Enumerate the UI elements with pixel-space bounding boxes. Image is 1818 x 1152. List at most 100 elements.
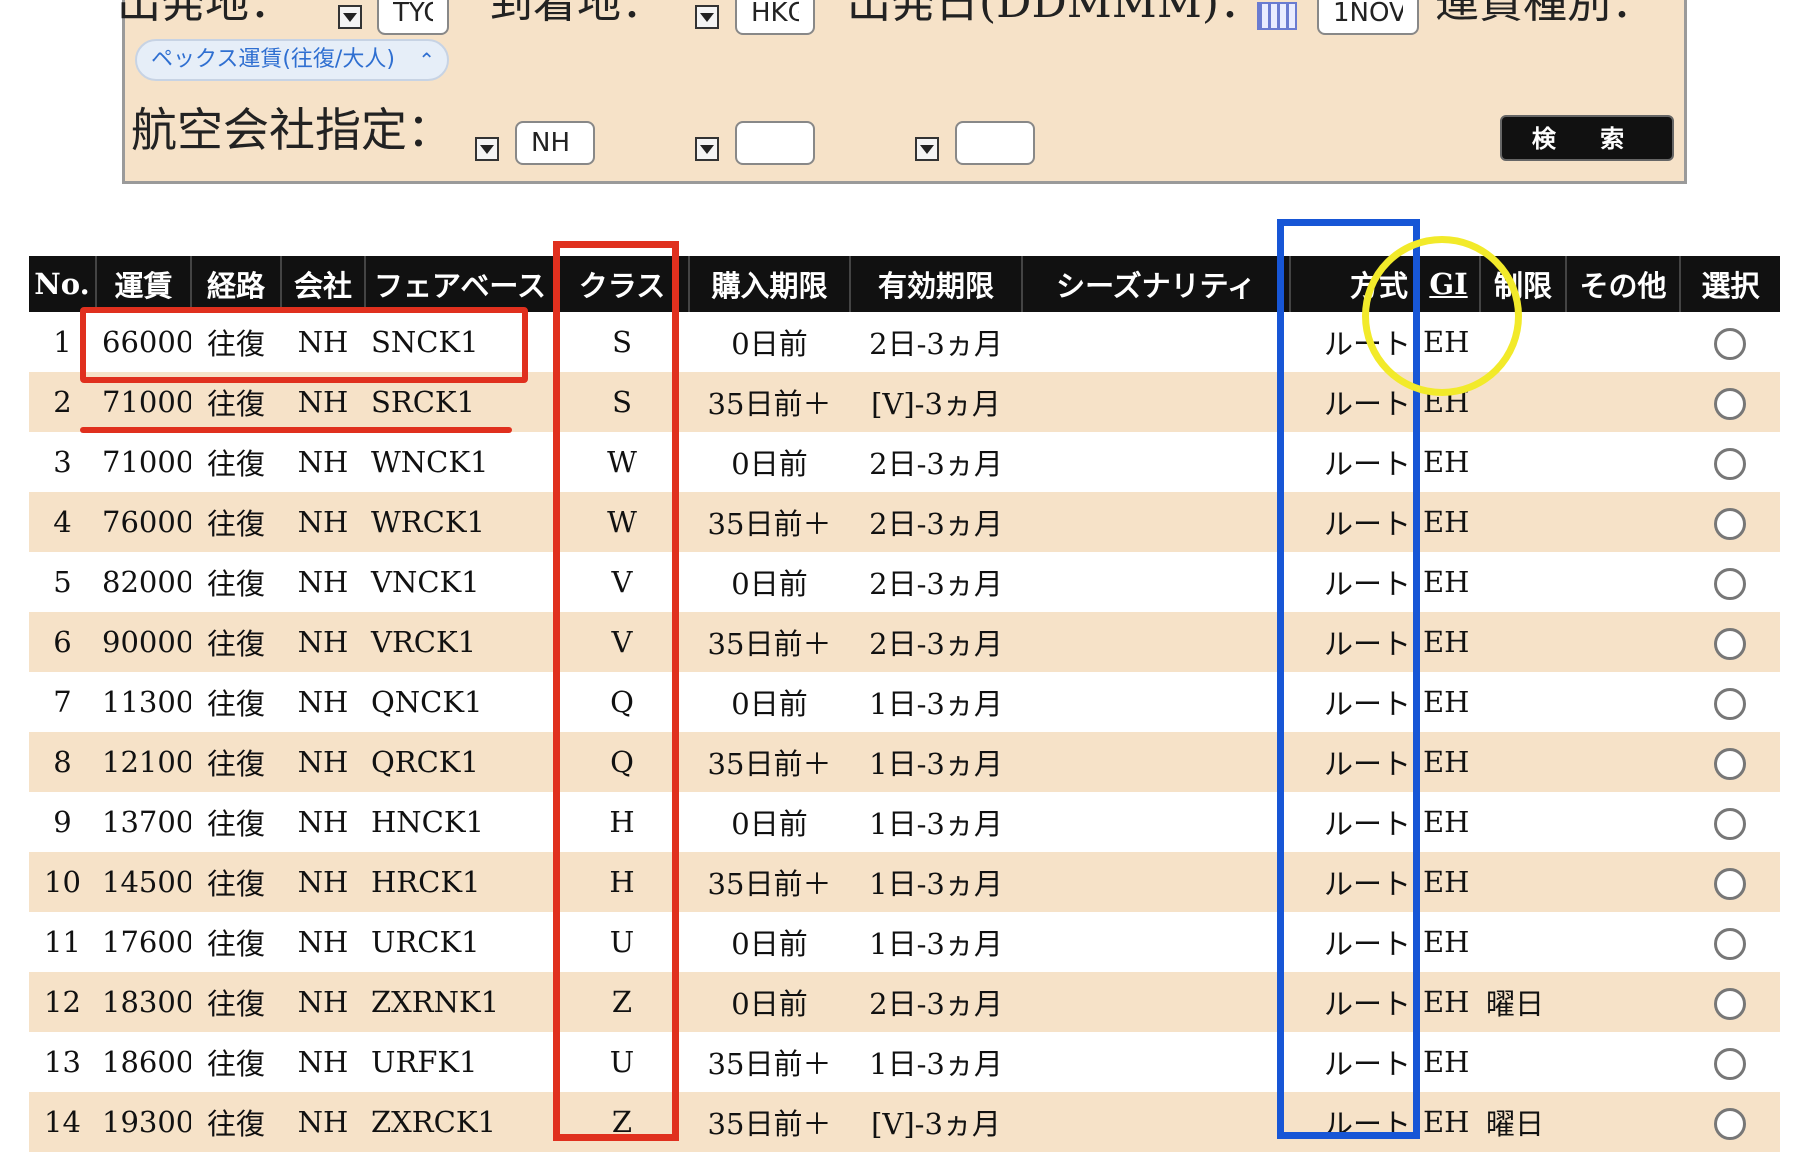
row-fare-basis: ZXRCK1 bbox=[365, 1092, 555, 1152]
row-no: 8 bbox=[29, 732, 96, 792]
fare-type-value: ペックス運賃(往復/大人) bbox=[151, 47, 395, 72]
row-fare-basis: QNCK1 bbox=[365, 672, 555, 732]
row-fare: 121000 bbox=[96, 732, 191, 792]
row-class: H bbox=[555, 792, 689, 852]
row-class: Q bbox=[555, 672, 689, 732]
select-radio-button[interactable] bbox=[1714, 987, 1746, 1020]
row-gi: EH bbox=[1417, 792, 1480, 852]
row-method: ルート bbox=[1290, 792, 1417, 852]
header-class: クラス bbox=[555, 256, 690, 312]
row-fare: 183000 bbox=[96, 972, 191, 1032]
destination-input[interactable] bbox=[735, 0, 815, 35]
row-purchase: 35日前＋ bbox=[689, 372, 850, 432]
select-radio-button[interactable] bbox=[1714, 447, 1746, 480]
row-seasonality bbox=[1022, 612, 1290, 672]
select-radio-button[interactable] bbox=[1714, 807, 1746, 840]
header-gi[interactable]: GI bbox=[1417, 256, 1481, 312]
row-method: ルート bbox=[1290, 732, 1417, 792]
row-other bbox=[1566, 852, 1680, 912]
airline-2-dropdown-icon[interactable] bbox=[695, 137, 719, 161]
select-radio-button[interactable] bbox=[1714, 627, 1746, 660]
select-radio-button[interactable] bbox=[1714, 327, 1746, 360]
row-method: ルート bbox=[1290, 672, 1417, 732]
table-row: 10145000往復NHHRCK1H35日前＋1日-3ヵ月 ルートEH bbox=[29, 852, 1780, 912]
airline-1-dropdown-icon[interactable] bbox=[475, 137, 499, 161]
row-carrier: NH bbox=[281, 1092, 365, 1152]
row-gi: EH bbox=[1417, 1092, 1480, 1152]
row-select-cell bbox=[1680, 312, 1780, 372]
row-route: 往復 bbox=[191, 732, 281, 792]
search-button[interactable]: 検 索 bbox=[1500, 115, 1674, 161]
row-fare-basis: VNCK1 bbox=[365, 552, 555, 612]
header-restriction: 制限 bbox=[1480, 256, 1567, 312]
row-validity: 2日-3ヵ月 bbox=[850, 552, 1022, 612]
airline-2-input[interactable] bbox=[735, 121, 815, 165]
row-method: ルート bbox=[1290, 552, 1417, 612]
origin-dropdown-icon[interactable] bbox=[338, 5, 362, 29]
date-input[interactable] bbox=[1317, 0, 1419, 35]
row-seasonality bbox=[1022, 732, 1290, 792]
destination-dropdown-icon[interactable] bbox=[695, 5, 719, 29]
row-purchase: 35日前＋ bbox=[689, 852, 850, 912]
row-gi: EH bbox=[1417, 912, 1480, 972]
select-radio-button[interactable] bbox=[1714, 567, 1746, 600]
select-radio-button[interactable] bbox=[1714, 1047, 1746, 1080]
table-row: 4 76000 往復 NH WRCK1 W 35日前＋ 2日-3ヵ月 ルート EH bbox=[29, 492, 1780, 552]
row-route: 往復 bbox=[191, 672, 281, 732]
date-label: 出発日(DDMMM)： bbox=[847, 0, 1264, 28]
row-carrier: NH bbox=[281, 852, 365, 912]
row-validity: 1日-3ヵ月 bbox=[850, 732, 1022, 792]
row-purchase: 35日前＋ bbox=[689, 732, 850, 792]
header-no: No. bbox=[29, 256, 97, 312]
row-other bbox=[1566, 612, 1680, 672]
select-radio-button[interactable] bbox=[1714, 687, 1746, 720]
row-purchase: 35日前＋ bbox=[689, 612, 850, 672]
select-radio-button[interactable] bbox=[1714, 747, 1746, 780]
row-validity: 1日-3ヵ月 bbox=[850, 852, 1022, 912]
select-radio-button[interactable] bbox=[1714, 507, 1746, 540]
row-carrier: NH bbox=[281, 612, 365, 672]
fare-type-select[interactable]: ペックス運賃(往復/大人) ⌃ bbox=[135, 39, 449, 81]
row-route: 往復 bbox=[191, 552, 281, 612]
header-method: 方式 bbox=[1290, 256, 1418, 312]
row-fare-basis: HNCK1 bbox=[365, 792, 555, 852]
airline-3-input[interactable] bbox=[955, 121, 1035, 165]
row-carrier: NH bbox=[281, 432, 365, 492]
row-purchase: 35日前＋ bbox=[689, 1092, 850, 1152]
row-fare-basis: WRCK1 bbox=[365, 492, 555, 552]
select-radio-button[interactable] bbox=[1714, 867, 1746, 900]
row-route: 往復 bbox=[191, 312, 281, 372]
row-route: 往復 bbox=[191, 612, 281, 672]
row-method: ルート bbox=[1290, 1092, 1417, 1152]
row-no: 6 bbox=[29, 612, 96, 672]
row-fare-basis: QRCK1 bbox=[365, 732, 555, 792]
table-row: 3 71000 往復 NH WNCK1 W 0日前 2日-3ヵ月 ルート EH bbox=[29, 432, 1780, 492]
fare-table: No. 運賃 経路 会社 フェアベース クラス 購入期限 有効期限 シーズナリテ… bbox=[29, 256, 1780, 1152]
row-select-cell bbox=[1680, 1092, 1780, 1152]
row-class: Z bbox=[555, 972, 689, 1032]
airline-1-input[interactable] bbox=[515, 121, 595, 165]
table-row: 5 82000 往復 NH VNCK1 V 0日前 2日-3ヵ月 ルート EH bbox=[29, 552, 1780, 612]
select-radio-button[interactable] bbox=[1714, 927, 1746, 960]
row-gi: EH bbox=[1417, 432, 1480, 492]
row-select-cell bbox=[1680, 432, 1780, 492]
row-method: ルート bbox=[1290, 972, 1417, 1032]
select-radio-button[interactable] bbox=[1714, 1107, 1746, 1140]
row-seasonality bbox=[1022, 672, 1290, 732]
gi-link[interactable]: GI bbox=[1429, 267, 1467, 301]
row-seasonality bbox=[1022, 972, 1290, 1032]
row-restriction bbox=[1480, 852, 1566, 912]
row-fare: 113000 bbox=[96, 672, 191, 732]
airline-3-dropdown-icon[interactable] bbox=[915, 137, 939, 161]
row-seasonality bbox=[1022, 1092, 1290, 1152]
select-radio-button[interactable] bbox=[1714, 387, 1746, 420]
row-carrier: NH bbox=[281, 972, 365, 1032]
table-row: 6 90000 往復 NH VRCK1 V 35日前＋ 2日-3ヵ月 ルート EH bbox=[29, 612, 1780, 672]
destination-label: 到着地： bbox=[489, 0, 665, 28]
row-method: ルート bbox=[1290, 492, 1417, 552]
airline-label: 航空会社指定： bbox=[131, 103, 453, 157]
row-purchase: 35日前＋ bbox=[689, 492, 850, 552]
origin-input[interactable] bbox=[377, 0, 449, 35]
row-restriction: 曜日 bbox=[1480, 972, 1566, 1032]
calendar-icon[interactable] bbox=[1257, 2, 1297, 30]
